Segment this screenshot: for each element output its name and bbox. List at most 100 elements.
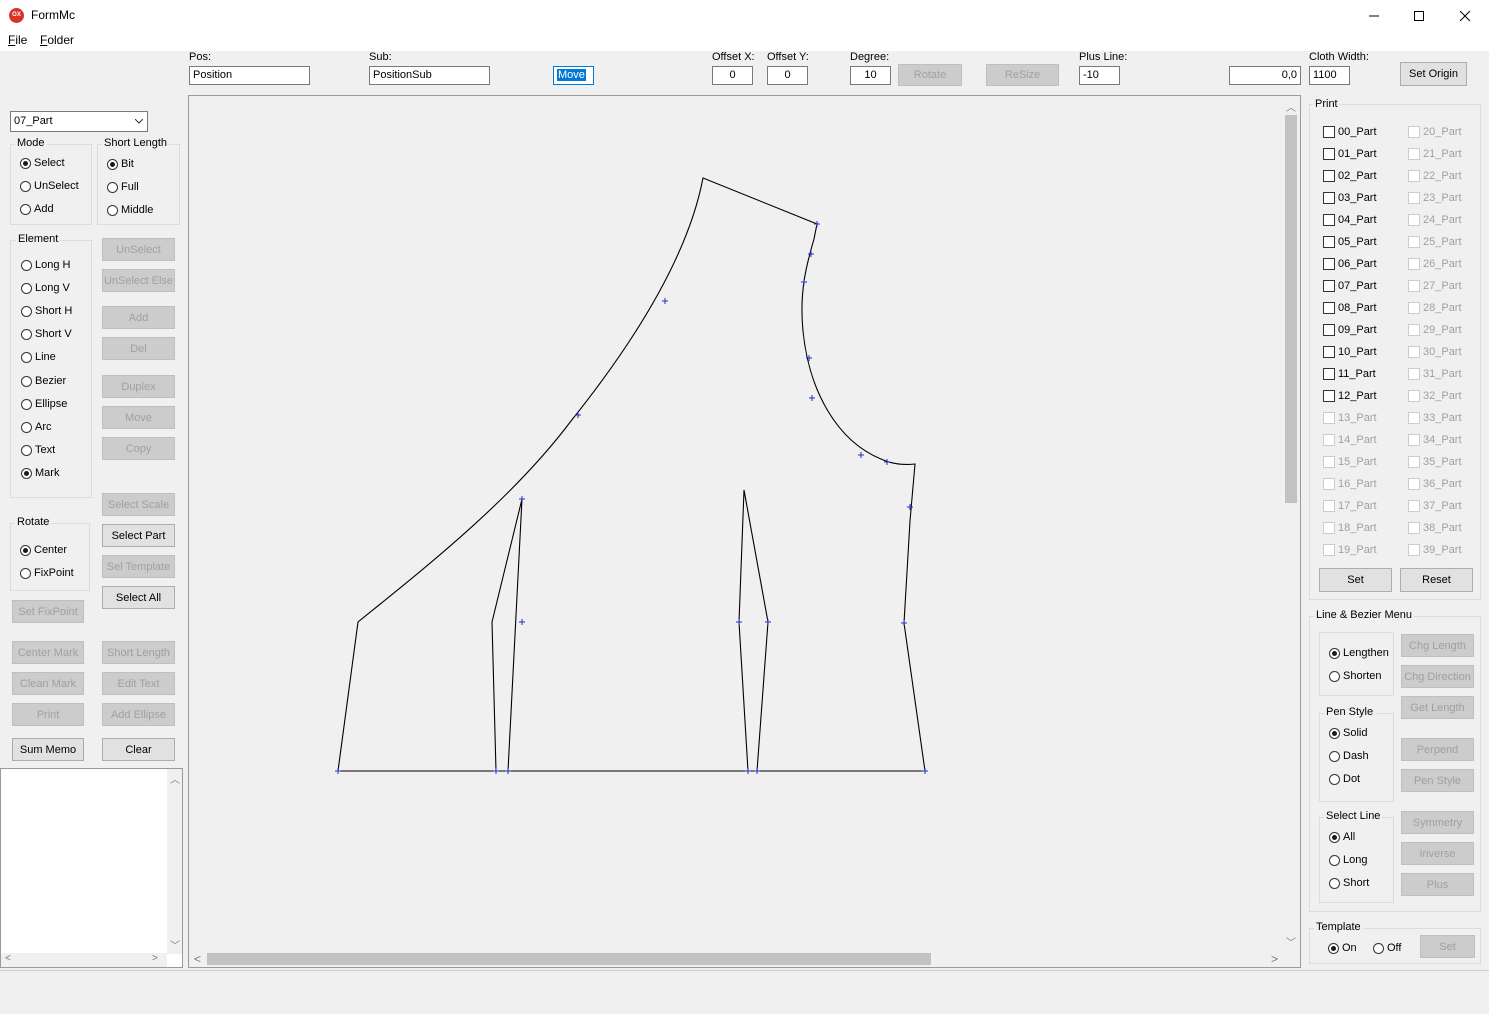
- set-origin-button[interactable]: Set Origin: [1400, 62, 1467, 86]
- print-button[interactable]: Print: [12, 703, 84, 726]
- part-select[interactable]: 07_Part: [10, 111, 148, 132]
- degree-input[interactable]: 10: [850, 66, 891, 85]
- print-checkbox-00-part[interactable]: 00_Part: [1323, 124, 1377, 140]
- clear-button[interactable]: Clear: [102, 738, 175, 761]
- radio-pen-dot[interactable]: Dot: [1329, 771, 1360, 787]
- canvas-horizontal-scrollbar[interactable]: < >: [189, 951, 1283, 967]
- symmetry-button[interactable]: Symmetry: [1401, 811, 1474, 834]
- print-checkbox-16-part[interactable]: 16_Part: [1323, 476, 1377, 492]
- print-checkbox-05-part[interactable]: 05_Part: [1323, 234, 1377, 250]
- plus-button[interactable]: Plus: [1401, 873, 1474, 896]
- print-checkbox-09-part[interactable]: 09_Part: [1323, 322, 1377, 338]
- scroll-up-icon[interactable]: ︿: [1286, 99, 1296, 114]
- mode-radio-add[interactable]: Add: [20, 201, 54, 217]
- print-checkbox-03-part[interactable]: 03_Part: [1323, 190, 1377, 206]
- print-checkbox-08-part[interactable]: 08_Part: [1323, 300, 1377, 316]
- short-length-button[interactable]: Short Length: [102, 641, 175, 664]
- memo-horizontal-scrollbar[interactable]: < >: [1, 953, 167, 967]
- print-checkbox-36-part[interactable]: 36_Part: [1408, 476, 1462, 492]
- scroll-left-icon[interactable]: <: [5, 953, 11, 964]
- element-radio-long-h[interactable]: Long H: [21, 257, 70, 273]
- print-checkbox-24-part[interactable]: 24_Part: [1408, 212, 1462, 228]
- set-fixpoint-button[interactable]: Set FixPoint: [12, 600, 84, 623]
- print-checkbox-13-part[interactable]: 13_Part: [1323, 410, 1377, 426]
- print-checkbox-37-part[interactable]: 37_Part: [1408, 498, 1462, 514]
- short-length-radio-middle[interactable]: Middle: [107, 202, 153, 218]
- print-checkbox-29-part[interactable]: 29_Part: [1408, 322, 1462, 338]
- print-checkbox-25-part[interactable]: 25_Part: [1408, 234, 1462, 250]
- print-checkbox-21-part[interactable]: 21_Part: [1408, 146, 1462, 162]
- element-radio-long-v[interactable]: Long V: [21, 280, 70, 296]
- canvas-vertical-scrollbar[interactable]: ︿ ﹀: [1283, 96, 1300, 951]
- get-length-button[interactable]: Get Length: [1401, 696, 1474, 719]
- menu-folder[interactable]: Folder: [40, 33, 74, 47]
- print-checkbox-15-part[interactable]: 15_Part: [1323, 454, 1377, 470]
- memo-textarea[interactable]: ︿ ﹀ < >: [0, 768, 183, 968]
- print-checkbox-19-part[interactable]: 19_Part: [1323, 542, 1377, 558]
- sel-template-button[interactable]: Sel Template: [102, 555, 175, 578]
- print-checkbox-34-part[interactable]: 34_Part: [1408, 432, 1462, 448]
- rotate-button[interactable]: Rotate: [898, 64, 962, 86]
- pen-style-button[interactable]: Pen Style: [1401, 769, 1474, 792]
- close-button[interactable]: [1442, 0, 1488, 31]
- print-checkbox-22-part[interactable]: 22_Part: [1408, 168, 1462, 184]
- radio-line-long[interactable]: Long: [1329, 852, 1367, 868]
- add-button[interactable]: Add: [102, 306, 175, 329]
- move-button[interactable]: Move: [102, 406, 175, 429]
- chg-direction-button[interactable]: Chg Direction: [1401, 665, 1474, 688]
- element-radio-short-v[interactable]: Short V: [21, 326, 72, 342]
- print-checkbox-20-part[interactable]: 20_Part: [1408, 124, 1462, 140]
- element-radio-bezier[interactable]: Bezier: [21, 373, 66, 389]
- radio-shorten[interactable]: Shorten: [1329, 668, 1382, 684]
- pattern-drawing[interactable]: [189, 96, 1284, 951]
- print-checkbox-23-part[interactable]: 23_Part: [1408, 190, 1462, 206]
- memo-vertical-scrollbar[interactable]: ︿ ﹀: [167, 769, 182, 954]
- duplex-button[interactable]: Duplex: [102, 375, 175, 398]
- print-checkbox-32-part[interactable]: 32_Part: [1408, 388, 1462, 404]
- element-radio-text[interactable]: Text: [21, 442, 55, 458]
- print-checkbox-07-part[interactable]: 07_Part: [1323, 278, 1377, 294]
- print-checkbox-01-part[interactable]: 01_Part: [1323, 146, 1377, 162]
- print-checkbox-12-part[interactable]: 12_Part: [1323, 388, 1377, 404]
- del-button[interactable]: Del: [102, 337, 175, 360]
- scroll-right-icon[interactable]: >: [152, 953, 158, 964]
- print-checkbox-18-part[interactable]: 18_Part: [1323, 520, 1377, 536]
- app-icon[interactable]: OX: [9, 8, 24, 23]
- center-mark-button[interactable]: Center Mark: [12, 641, 84, 664]
- radio-lengthen[interactable]: Lengthen: [1329, 645, 1389, 661]
- print-checkbox-33-part[interactable]: 33_Part: [1408, 410, 1462, 426]
- sum-memo-button[interactable]: Sum Memo: [12, 738, 84, 761]
- rotate-radio-center[interactable]: Center: [20, 542, 67, 558]
- plus-line-input[interactable]: -10: [1079, 66, 1120, 85]
- print-checkbox-10-part[interactable]: 10_Part: [1323, 344, 1377, 360]
- vertical-scroll-thumb[interactable]: [1285, 115, 1297, 503]
- short-length-radio-full[interactable]: Full: [107, 179, 139, 195]
- print-set-button[interactable]: Set: [1319, 568, 1392, 592]
- print-checkbox-26-part[interactable]: 26_Part: [1408, 256, 1462, 272]
- template-radio-off[interactable]: Off: [1373, 940, 1401, 956]
- mode-radio-select[interactable]: Select: [20, 155, 65, 171]
- radio-pen-dash[interactable]: Dash: [1329, 748, 1369, 764]
- chg-length-button[interactable]: Chg Length: [1401, 634, 1474, 657]
- template-radio-on[interactable]: On: [1328, 940, 1357, 956]
- print-checkbox-02-part[interactable]: 02_Part: [1323, 168, 1377, 184]
- select-all-button[interactable]: Select All: [102, 586, 175, 609]
- print-checkbox-27-part[interactable]: 27_Part: [1408, 278, 1462, 294]
- offset-x-input[interactable]: 0: [712, 66, 753, 85]
- print-checkbox-30-part[interactable]: 30_Part: [1408, 344, 1462, 360]
- copy-button[interactable]: Copy: [102, 437, 175, 460]
- horizontal-scroll-thumb[interactable]: [207, 953, 931, 965]
- maximize-button[interactable]: [1396, 0, 1442, 31]
- print-checkbox-38-part[interactable]: 38_Part: [1408, 520, 1462, 536]
- inverse-button[interactable]: Inverse: [1401, 842, 1474, 865]
- radio-line-short[interactable]: Short: [1329, 875, 1369, 891]
- element-radio-arc[interactable]: Arc: [21, 419, 52, 435]
- template-set-button[interactable]: Set: [1420, 935, 1475, 958]
- mode-radio-unselect[interactable]: UnSelect: [20, 178, 79, 194]
- add-ellipse-button[interactable]: Add Ellipse: [102, 703, 175, 726]
- element-radio-line[interactable]: Line: [21, 349, 56, 365]
- clean-mark-button[interactable]: Clean Mark: [12, 672, 84, 695]
- select-scale-button[interactable]: Select Scale: [102, 493, 175, 516]
- print-checkbox-17-part[interactable]: 17_Part: [1323, 498, 1377, 514]
- print-checkbox-39-part[interactable]: 39_Part: [1408, 542, 1462, 558]
